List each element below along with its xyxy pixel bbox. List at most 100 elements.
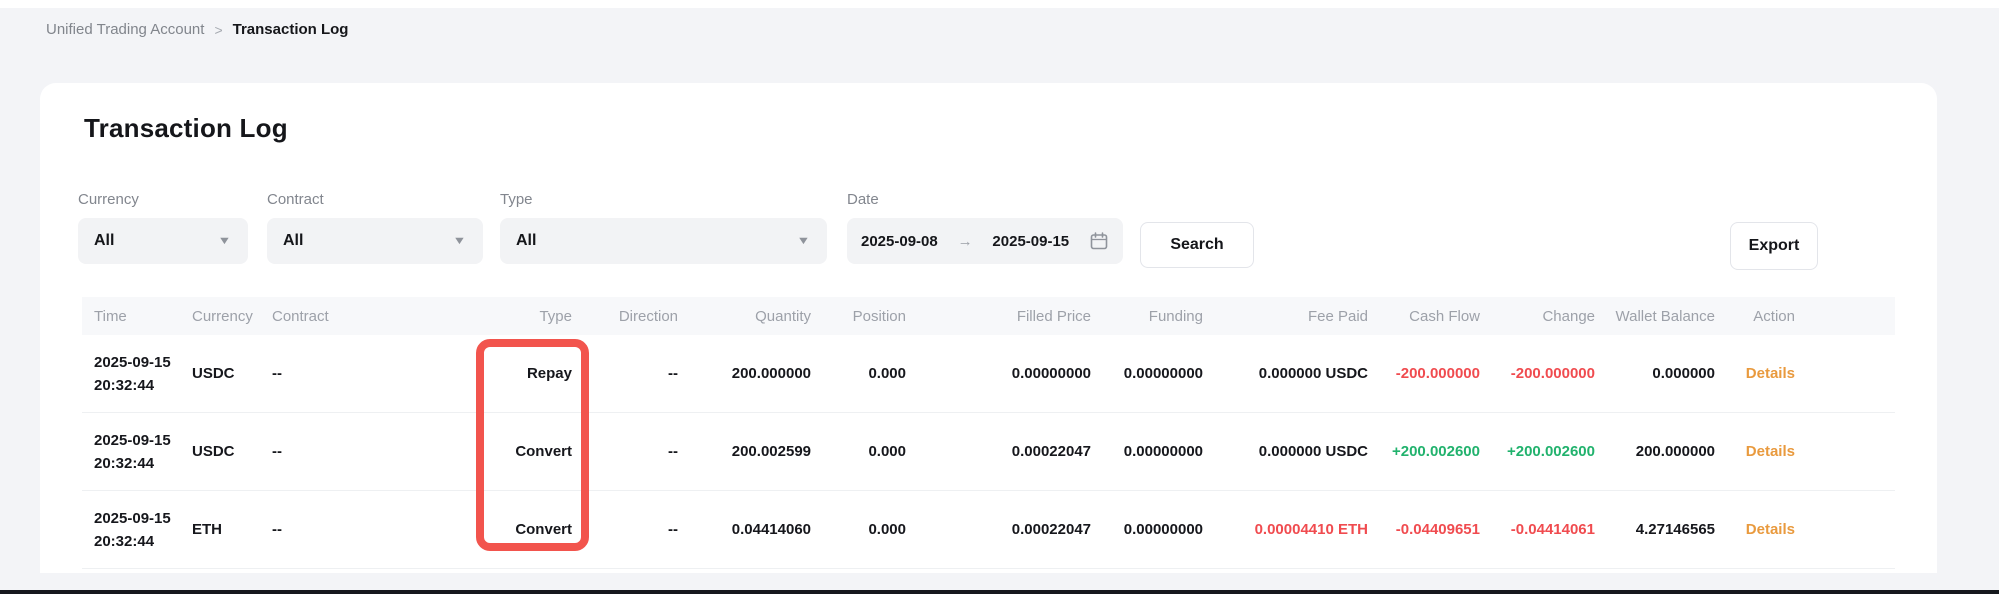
cell-fee-paid: 0.00004410 ETH — [1203, 491, 1368, 569]
details-link[interactable]: Details — [1746, 521, 1795, 538]
cell-quantity: 0.04414060 — [678, 491, 811, 569]
cell-direction: -- — [572, 413, 678, 491]
cell-time-clock: 20:32:44 — [94, 374, 192, 397]
transaction-log-card: Transaction Log Currency All ▼ Contract … — [40, 83, 1937, 573]
cell-position: 0.000 — [811, 413, 906, 491]
cell-time-date: 2025-09-15 — [94, 507, 192, 530]
calendar-icon[interactable] — [1089, 231, 1109, 251]
breadcrumb-transaction-log: Transaction Log — [233, 21, 349, 38]
col-header-cash-flow: Cash Flow — [1368, 297, 1480, 335]
col-header-currency: Currency — [192, 297, 272, 335]
cell-change: +200.002600 — [1480, 413, 1595, 491]
col-header-quantity: Quantity — [678, 297, 811, 335]
col-header-direction: Direction — [572, 297, 678, 335]
type-filter-group: Type All ▼ — [500, 191, 827, 264]
cell-quantity: 200.000000 — [678, 335, 811, 413]
contract-filter-label: Contract — [267, 191, 483, 208]
type-select[interactable]: All ▼ — [500, 218, 827, 264]
search-button[interactable]: Search — [1140, 222, 1254, 268]
cell-filled-price: 0.00022047 — [906, 413, 1091, 491]
col-header-filled-price: Filled Price — [906, 297, 1091, 335]
cell-type: Convert — [362, 413, 572, 491]
cell-time: 2025-09-15 20:32:44 — [82, 413, 192, 491]
cell-change: -200.000000 — [1480, 335, 1595, 413]
export-button[interactable]: Export — [1730, 222, 1818, 270]
transaction-table: Time Currency Contract Type Direction Qu… — [82, 297, 1895, 569]
currency-select[interactable]: All ▼ — [78, 218, 248, 264]
arrow-right-icon: → — [958, 233, 973, 250]
cell-funding: 0.00000000 — [1091, 413, 1203, 491]
cell-direction: -- — [572, 491, 678, 569]
type-filter-label: Type — [500, 191, 827, 208]
table-header-row: Time Currency Contract Type Direction Qu… — [82, 297, 1895, 335]
contract-select[interactable]: All ▼ — [267, 218, 483, 264]
cell-time-clock: 20:32:44 — [94, 530, 192, 553]
table-row: 2025-09-15 20:32:44 USDC -- Repay -- 200… — [82, 335, 1895, 413]
window-bottom-edge — [0, 590, 1999, 594]
date-range-picker[interactable]: 2025-09-08 → 2025-09-15 — [847, 218, 1123, 264]
transaction-log-page: Unified Trading Account > Transaction Lo… — [0, 0, 1999, 596]
cell-currency: USDC — [192, 335, 272, 413]
cell-fee-paid: 0.000000 USDC — [1203, 335, 1368, 413]
cell-wallet-balance: 4.27146565 — [1595, 491, 1715, 569]
cell-position: 0.000 — [811, 491, 906, 569]
col-header-wallet-balance: Wallet Balance — [1595, 297, 1715, 335]
currency-select-value: All — [94, 232, 114, 250]
cell-filled-price: 0.00000000 — [906, 335, 1091, 413]
cell-wallet-balance: 200.000000 — [1595, 413, 1715, 491]
cell-type: Convert — [362, 491, 572, 569]
currency-filter-label: Currency — [78, 191, 248, 208]
breadcrumb: Unified Trading Account > Transaction Lo… — [46, 21, 348, 38]
caret-down-icon: ▼ — [796, 235, 810, 247]
date-filter-group: Date 2025-09-08 → 2025-09-15 — [847, 191, 1123, 264]
currency-filter-group: Currency All ▼ — [78, 191, 248, 264]
cell-contract: -- — [272, 413, 362, 491]
date-end-value[interactable]: 2025-09-15 — [992, 233, 1069, 250]
cell-contract: -- — [272, 335, 362, 413]
cell-currency: USDC — [192, 413, 272, 491]
col-header-action: Action — [1715, 297, 1895, 335]
col-header-fee-paid: Fee Paid — [1203, 297, 1368, 335]
col-header-funding: Funding — [1091, 297, 1203, 335]
date-filter-label: Date — [847, 191, 1123, 208]
details-link[interactable]: Details — [1746, 365, 1795, 382]
cell-position: 0.000 — [811, 335, 906, 413]
breadcrumb-unified-trading-account[interactable]: Unified Trading Account — [46, 21, 204, 38]
col-header-contract: Contract — [272, 297, 362, 335]
cell-time-date: 2025-09-15 — [94, 351, 192, 374]
cell-cash-flow: -200.000000 — [1368, 335, 1480, 413]
cell-cash-flow: -0.04409651 — [1368, 491, 1480, 569]
cell-time-date: 2025-09-15 — [94, 429, 192, 452]
cell-cash-flow: +200.002600 — [1368, 413, 1480, 491]
table-row: 2025-09-15 20:32:44 USDC -- Convert -- 2… — [82, 413, 1895, 491]
date-start-value[interactable]: 2025-09-08 — [861, 233, 938, 250]
col-header-position: Position — [811, 297, 906, 335]
cell-quantity: 200.002599 — [678, 413, 811, 491]
cell-change: -0.04414061 — [1480, 491, 1595, 569]
col-header-change: Change — [1480, 297, 1595, 335]
cell-time: 2025-09-15 20:32:44 — [82, 335, 192, 413]
cell-direction: -- — [572, 335, 678, 413]
transaction-table-wrap: Time Currency Contract Type Direction Qu… — [82, 297, 1895, 569]
col-header-time: Time — [82, 297, 192, 335]
cell-filled-price: 0.00022047 — [906, 491, 1091, 569]
cell-currency: ETH — [192, 491, 272, 569]
caret-down-icon: ▼ — [217, 235, 231, 247]
cell-time: 2025-09-15 20:32:44 — [82, 491, 192, 569]
page-title: Transaction Log — [84, 113, 288, 144]
cell-funding: 0.00000000 — [1091, 491, 1203, 569]
type-select-value: All — [516, 232, 536, 250]
col-header-type: Type — [362, 297, 572, 335]
cell-contract: -- — [272, 491, 362, 569]
cell-funding: 0.00000000 — [1091, 335, 1203, 413]
chevron-right-icon: > — [214, 22, 222, 38]
cell-wallet-balance: 0.000000 — [1595, 335, 1715, 413]
table-row: 2025-09-15 20:32:44 ETH -- Convert -- 0.… — [82, 491, 1895, 569]
contract-filter-group: Contract All ▼ — [267, 191, 483, 264]
cell-time-clock: 20:32:44 — [94, 452, 192, 475]
contract-select-value: All — [283, 232, 303, 250]
cell-type: Repay — [362, 335, 572, 413]
cell-fee-paid: 0.000000 USDC — [1203, 413, 1368, 491]
caret-down-icon: ▼ — [452, 235, 466, 247]
details-link[interactable]: Details — [1746, 443, 1795, 460]
